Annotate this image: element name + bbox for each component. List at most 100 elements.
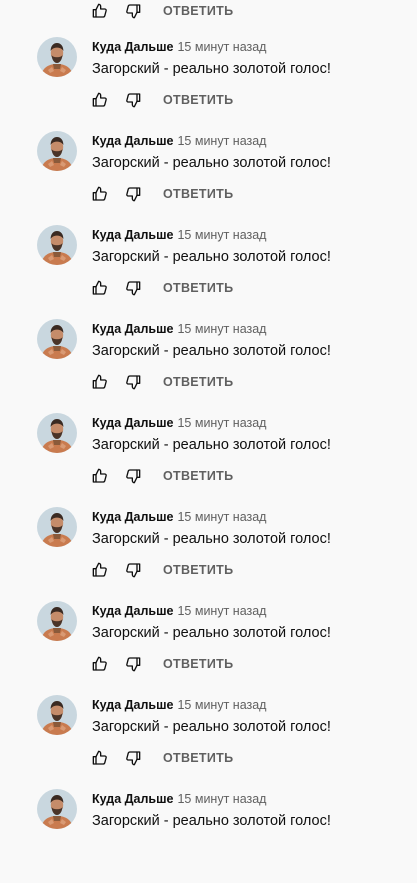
dislike-icon bbox=[126, 281, 141, 296]
comment: Куда Дальше 15 минут назад Загорский - ре… bbox=[0, 601, 417, 695]
comment-time[interactable]: 15 минут назад bbox=[177, 40, 266, 54]
avatar-image bbox=[37, 413, 77, 453]
dislike-icon bbox=[126, 4, 141, 19]
like-icon bbox=[92, 374, 107, 389]
reply-button[interactable]: ОТВЕТИТЬ bbox=[163, 91, 233, 109]
avatar[interactable] bbox=[37, 225, 77, 265]
comment-time[interactable]: 15 минут назад bbox=[177, 510, 266, 524]
comment-actions: ОТВЕТИТЬ bbox=[91, 279, 233, 297]
avatar-image bbox=[37, 695, 77, 735]
like-icon bbox=[92, 750, 107, 765]
like-icon bbox=[92, 656, 107, 671]
comment-author[interactable]: Куда Дальше bbox=[92, 416, 173, 430]
avatar-image bbox=[37, 789, 77, 829]
comment-author[interactable]: Куда Дальше bbox=[92, 510, 173, 524]
comment-author[interactable]: Куда Дальше bbox=[92, 604, 173, 618]
reply-button[interactable]: ОТВЕТИТЬ bbox=[163, 279, 233, 297]
avatar-image bbox=[37, 37, 77, 77]
avatar-image bbox=[37, 601, 77, 641]
comment-partial: ОТВЕТИТЬ bbox=[0, 0, 417, 42]
comment-actions: ОТВЕТИТЬ bbox=[91, 561, 233, 579]
avatar[interactable] bbox=[37, 601, 77, 641]
comment: Куда Дальше 15 минут назад Загорский - ре… bbox=[0, 131, 417, 225]
comment-author[interactable]: Куда Дальше bbox=[92, 792, 173, 806]
comment: Куда Дальше 15 минут назад Загорский - ре… bbox=[0, 789, 417, 883]
like-icon bbox=[92, 280, 107, 295]
comment-author[interactable]: Куда Дальше bbox=[92, 322, 173, 336]
reply-button[interactable]: ОТВЕТИТЬ bbox=[163, 467, 233, 485]
dislike-button[interactable] bbox=[124, 373, 142, 391]
reply-button[interactable]: ОТВЕТИТЬ bbox=[163, 373, 233, 391]
dislike-icon bbox=[126, 657, 141, 672]
avatar-image bbox=[37, 507, 77, 547]
comment-time[interactable]: 15 минут назад bbox=[177, 416, 266, 430]
comment-time[interactable]: 15 минут назад bbox=[177, 134, 266, 148]
like-icon bbox=[92, 186, 107, 201]
like-button[interactable] bbox=[91, 373, 109, 391]
avatar[interactable] bbox=[37, 507, 77, 547]
dislike-button[interactable] bbox=[124, 91, 142, 109]
dislike-button[interactable] bbox=[124, 185, 142, 203]
like-button[interactable] bbox=[91, 749, 109, 767]
avatar[interactable] bbox=[37, 413, 77, 453]
comment-text: Загорский - реально золотой голос! bbox=[92, 813, 331, 829]
like-button[interactable] bbox=[91, 2, 109, 20]
avatar[interactable] bbox=[37, 695, 77, 735]
comment: Куда Дальше 15 минут назад Загорский - ре… bbox=[0, 507, 417, 601]
comment-time[interactable]: 15 минут назад bbox=[177, 228, 266, 242]
comment-time[interactable]: 15 минут назад bbox=[177, 792, 266, 806]
avatar[interactable] bbox=[37, 131, 77, 171]
dislike-button[interactable] bbox=[124, 279, 142, 297]
like-button[interactable] bbox=[91, 279, 109, 297]
comment: Куда Дальше 15 минут назад Загорский - ре… bbox=[0, 37, 417, 131]
avatar[interactable] bbox=[37, 319, 77, 359]
comment-time[interactable]: 15 минут назад bbox=[177, 604, 266, 618]
comment-author[interactable]: Куда Дальше bbox=[92, 134, 173, 148]
dislike-button[interactable] bbox=[124, 2, 142, 20]
comment-header: Куда Дальше 15 минут назад bbox=[92, 603, 266, 619]
reply-button[interactable]: ОТВЕТИТЬ bbox=[163, 749, 233, 767]
like-button[interactable] bbox=[91, 185, 109, 203]
comment-text: Загорский - реально золотой голос! bbox=[92, 625, 331, 641]
comment: Куда Дальше 15 минут назад Загорский - ре… bbox=[0, 695, 417, 789]
avatar[interactable] bbox=[37, 37, 77, 77]
dislike-icon bbox=[126, 375, 141, 390]
comment-header: Куда Дальше 15 минут назад bbox=[92, 697, 266, 713]
avatar-image bbox=[37, 131, 77, 171]
dislike-button[interactable] bbox=[124, 561, 142, 579]
comment-time[interactable]: 15 минут назад bbox=[177, 322, 266, 336]
avatar-image bbox=[37, 225, 77, 265]
reply-button[interactable]: ОТВЕТИТЬ bbox=[163, 655, 233, 673]
like-icon bbox=[92, 468, 107, 483]
comment-time[interactable]: 15 минут назад bbox=[177, 698, 266, 712]
comment-text: Загорский - реально золотой голос! bbox=[92, 719, 331, 735]
comment-text: Загорский - реально золотой голос! bbox=[92, 343, 331, 359]
like-button[interactable] bbox=[91, 91, 109, 109]
comment-author[interactable]: Куда Дальше bbox=[92, 698, 173, 712]
reply-button[interactable]: ОТВЕТИТЬ bbox=[163, 561, 233, 579]
comment-actions: ОТВЕТИТЬ bbox=[91, 467, 233, 485]
comment-text: Загорский - реально золотой голос! bbox=[92, 437, 331, 453]
like-button[interactable] bbox=[91, 467, 109, 485]
like-button[interactable] bbox=[91, 655, 109, 673]
dislike-button[interactable] bbox=[124, 467, 142, 485]
comment-actions: ОТВЕТИТЬ bbox=[91, 91, 233, 109]
comment-header: Куда Дальше 15 минут назад bbox=[92, 321, 266, 337]
dislike-icon bbox=[126, 93, 141, 108]
comment-actions: ОТВЕТИТЬ bbox=[91, 185, 233, 203]
comment-author[interactable]: Куда Дальше bbox=[92, 228, 173, 242]
dislike-button[interactable] bbox=[124, 749, 142, 767]
reply-button[interactable]: ОТВЕТИТЬ bbox=[163, 2, 233, 20]
avatar[interactable] bbox=[37, 789, 77, 829]
dislike-button[interactable] bbox=[124, 655, 142, 673]
comment-author[interactable]: Куда Дальше bbox=[92, 40, 173, 54]
comments-feed: ОТВЕТИТЬ Куда Дальше 15 минут назад Загор… bbox=[0, 0, 417, 842]
comment-header: Куда Дальше 15 минут назад bbox=[92, 39, 266, 55]
reply-button[interactable]: ОТВЕТИТЬ bbox=[163, 185, 233, 203]
avatar-image bbox=[37, 319, 77, 359]
comment: Куда Дальше 15 минут назад Загорский - ре… bbox=[0, 413, 417, 507]
like-button[interactable] bbox=[91, 561, 109, 579]
dislike-icon bbox=[126, 563, 141, 578]
comment-actions: ОТВЕТИТЬ bbox=[91, 373, 233, 391]
like-icon bbox=[92, 562, 107, 577]
